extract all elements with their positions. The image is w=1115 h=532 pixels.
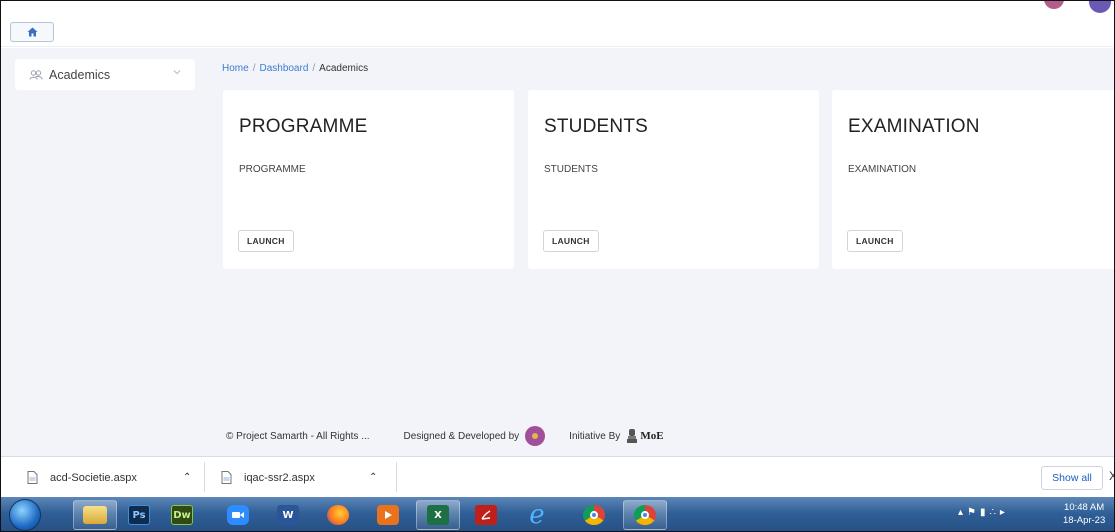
designed-by-text: Designed & Developed by [403,430,520,442]
user-avatar[interactable] [1089,1,1111,13]
users-icon [29,69,43,80]
card-description: PROGRAMME [239,164,306,175]
network-icon[interactable]: ▮ [980,507,990,518]
chrome-icon[interactable] [575,500,613,530]
windows-taskbar: Ps Dw W X e ▴⚑▮∴▸ 10:48 AM 18-Apr-23 [1,497,1114,531]
emblem-icon [627,429,638,443]
main-content: Academics Home / Dashboard / Academics PROGR… [1,48,1114,456]
signal-icon[interactable]: ∴ [990,507,1000,518]
moe-text: MoE [640,430,664,442]
excel-icon[interactable]: X [416,500,460,530]
card-description: EXAMINATION [848,164,917,175]
breadcrumb: Home / Dashboard / Academics [222,63,368,74]
card-description: STUDENTS [544,164,598,175]
programme-card: PROGRAMME PROGRAMME LAUNCH [223,90,514,269]
sidebar-item-label: Academics [49,67,111,82]
initiative-by-text: Initiative By [569,430,621,442]
sidebar-item-academics[interactable]: Academics [15,59,195,90]
breadcrumb-separator: / [312,63,316,74]
examination-card: EXAMINATION EXAMINATION LAUNCH [832,90,1114,269]
clock-date: 18-Apr-23 [1063,515,1106,526]
download-filename: iqac-ssr2.aspx [244,471,315,484]
card-title: STUDENTS [544,116,648,137]
copyright-text: © Project Samarth - All Rights ... [226,430,370,442]
chevron-up-icon[interactable]: ⌃ [183,472,191,483]
flag-icon[interactable]: ⚑ [967,507,980,518]
firefox-icon[interactable] [319,500,357,530]
file-explorer-icon[interactable] [73,500,117,530]
footer: © Project Samarth - All Rights ... Desig… [226,426,664,446]
launch-button[interactable]: LAUNCH [847,230,903,252]
download-bar: acd-Societie.aspx ⌃ iqac-ssr2.aspx ⌃ Sho… [1,456,1114,497]
card-title: PROGRAMME [239,116,368,137]
home-button[interactable] [10,22,54,42]
volume-icon[interactable]: ▸ [1000,507,1009,518]
download-item[interactable]: acd-Societie.aspx ⌃ [27,457,191,498]
breadcrumb-dashboard-link[interactable]: Dashboard [259,63,308,74]
internet-explorer-icon[interactable]: e [518,500,556,530]
show-all-button[interactable]: Show all [1041,466,1103,490]
chevron-down-icon [173,70,181,75]
card-title: EXAMINATION [848,116,980,137]
system-clock[interactable]: 10:48 AM 18-Apr-23 [1063,501,1105,527]
media-player-icon[interactable] [369,500,407,530]
download-filename: acd-Societie.aspx [50,471,137,484]
breadcrumb-home-link[interactable]: Home [222,63,249,74]
breadcrumb-separator: / [252,63,256,74]
chrome-profile-icon[interactable] [623,500,667,530]
divider [204,462,205,492]
students-card: STUDENTS STUDENTS LAUNCH [528,90,819,269]
avatar[interactable] [1044,1,1064,9]
start-button[interactable] [9,499,41,531]
top-navbar [1,1,1114,47]
zoom-icon[interactable] [219,500,257,530]
chevron-up-icon[interactable]: ▴ [958,507,967,518]
divider [396,462,397,492]
browser-window: Academics Home / Dashboard / Academics PROGR… [0,0,1115,532]
launch-button[interactable]: LAUNCH [238,230,294,252]
file-icon [221,471,232,484]
samarth-logo-icon[interactable] [525,426,546,446]
clock-time: 10:48 AM [1064,502,1105,513]
word-icon[interactable]: W [269,500,307,530]
photoshop-icon[interactable]: Ps [120,500,158,530]
moe-logo[interactable]: MoE [626,428,664,444]
file-icon [27,471,38,484]
close-download-bar-button[interactable]: X [1109,469,1114,483]
launch-button[interactable]: LAUNCH [543,230,599,252]
breadcrumb-current: Academics [319,63,369,74]
home-icon [27,27,37,37]
chevron-up-icon[interactable]: ⌃ [369,472,377,483]
dreamweaver-icon[interactable]: Dw [163,500,201,530]
acrobat-icon[interactable] [467,500,505,530]
download-item[interactable]: iqac-ssr2.aspx ⌃ [221,457,377,498]
system-tray[interactable]: ▴⚑▮∴▸ [958,507,1009,518]
